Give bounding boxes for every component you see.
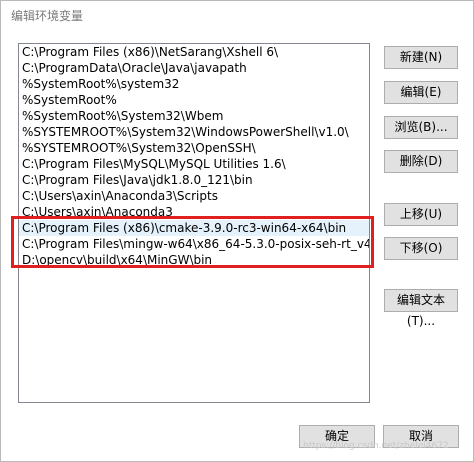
path-item-7[interactable]: C:\Program Files\MySQL\MySQL Utilities 1… xyxy=(19,156,369,172)
move-down-button[interactable]: 下移(O) xyxy=(384,237,458,260)
path-item-4[interactable]: %SystemRoot%\System32\Wbem xyxy=(19,108,369,124)
path-item-11[interactable]: C:\Program Files (x86)\cmake-3.9.0-rc3-w… xyxy=(19,220,369,236)
path-item-5[interactable]: %SYSTEMROOT%\System32\WindowsPowerShell\… xyxy=(19,124,369,140)
delete-button[interactable]: 删除(D) xyxy=(384,150,458,173)
path-item-9[interactable]: C:\Users\axin\Anaconda3\Scripts xyxy=(19,188,369,204)
browse-button[interactable]: 浏览(B)... xyxy=(384,116,458,139)
move-up-button[interactable]: 上移(U) xyxy=(384,203,458,226)
path-list[interactable]: C:\Program Files (x86)\NetSarang\Xshell … xyxy=(18,43,370,403)
edit-button[interactable]: 编辑(E) xyxy=(384,81,458,104)
path-item-1[interactable]: C:\ProgramData\Oracle\Java\javapath xyxy=(19,60,369,76)
edit-env-var-dialog: 编辑环境变量 C:\Program Files (x86)\NetSarang\… xyxy=(0,0,474,462)
path-item-2[interactable]: %SystemRoot%\system32 xyxy=(19,76,369,92)
watermark: https://blog.csdn.net/zhelei4672 xyxy=(303,441,449,451)
new-button[interactable]: 新建(N) xyxy=(384,46,458,69)
path-item-10[interactable]: C:\Users\axin\Anaconda3 xyxy=(19,204,369,220)
path-item-0[interactable]: C:\Program Files (x86)\NetSarang\Xshell … xyxy=(19,44,369,60)
path-item-8[interactable]: C:\Program Files\Java\jdk1.8.0_121\bin xyxy=(19,172,369,188)
path-item-12[interactable]: C:\Program Files\mingw-w64\x86_64-5.3.0-… xyxy=(19,236,369,252)
dialog-title: 编辑环境变量 xyxy=(11,9,84,23)
path-item-13[interactable]: D:\opencv\build\x64\MinGW\bin xyxy=(19,252,369,268)
path-item-3[interactable]: %SystemRoot% xyxy=(19,92,369,108)
edit-text-button[interactable]: 编辑文本(T)... xyxy=(384,289,458,328)
path-item-6[interactable]: %SYSTEMROOT%\System32\OpenSSH\ xyxy=(19,140,369,156)
